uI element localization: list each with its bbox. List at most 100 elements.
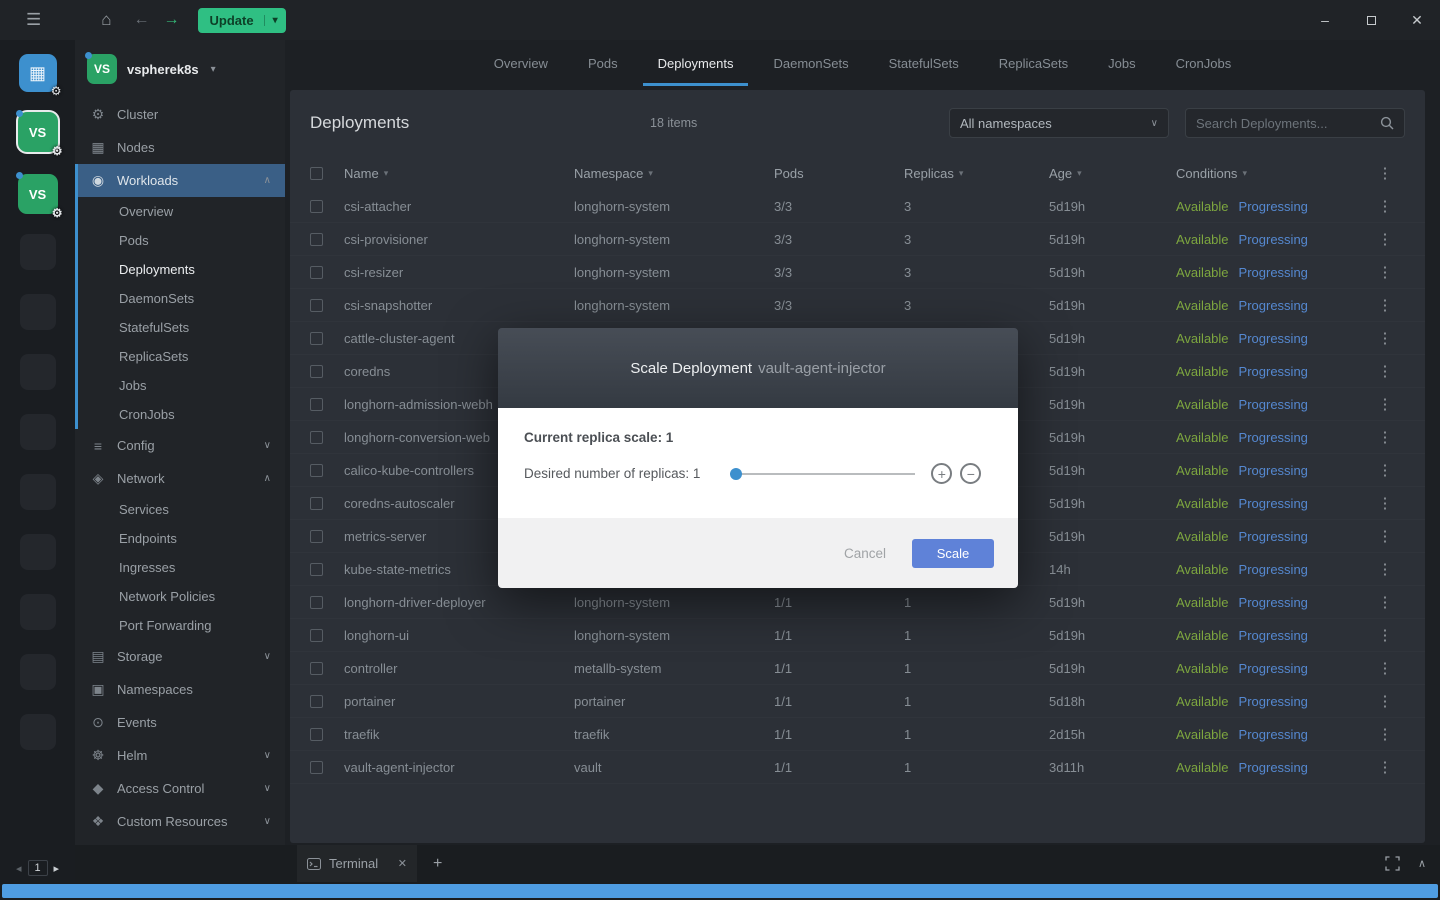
rail-placeholder-tile[interactable] [19,234,56,270]
slider-handle[interactable] [730,467,743,480]
sidebar-item-storage[interactable]: ▤ Storage ∨ [75,640,285,673]
row-menu-icon[interactable]: ⋮ [1365,527,1405,545]
scale-button[interactable]: Scale [912,538,994,568]
row-menu-icon[interactable]: ⋮ [1365,659,1405,677]
back-icon[interactable]: ← [134,11,150,29]
row-menu-icon[interactable]: ⋮ [1365,560,1405,578]
tab-deployments[interactable]: Deployments [642,40,749,86]
column-menu-icon[interactable]: ⋮ [1365,164,1405,182]
increment-button[interactable]: + [931,463,953,484]
sidebar-subitem-cronjobs[interactable]: CronJobs [75,400,285,429]
row-checkbox[interactable] [310,661,323,675]
row-checkbox[interactable] [310,727,323,741]
table-row[interactable]: csi-provisioner longhorn-system 3/3 3 5d19h A… [290,223,1425,256]
sidebar-subitem-pods[interactable]: Pods [75,226,285,255]
row-menu-icon[interactable]: ⋮ [1365,461,1405,479]
cluster-tile[interactable]: VS ⚙ [15,172,63,220]
table-row[interactable]: longhorn-driver-deployer longhorn-system 1… [290,586,1425,619]
tab-pods[interactable]: Pods [573,40,633,86]
namespace-select[interactable]: All namespaces ∨ [949,108,1169,138]
row-checkbox[interactable] [310,595,323,609]
rail-placeholder-tile[interactable] [19,654,56,690]
table-row[interactable]: csi-resizer longhorn-system 3/3 3 5d19h Avail… [290,256,1425,289]
cancel-button[interactable]: Cancel [844,546,886,561]
table-row[interactable]: portainer portainer 1/1 1 5d18h Available Prog… [290,685,1425,718]
sidebar-item-network[interactable]: ◈ Network ∧ [75,462,285,495]
table-row[interactable]: csi-attacher longhorn-system 3/3 3 5d19h Avai… [290,190,1425,223]
expand-dock-icon[interactable] [1385,856,1400,871]
row-checkbox[interactable] [310,760,323,774]
row-checkbox[interactable] [310,430,323,444]
decrement-button[interactable]: − [960,463,982,484]
search-input[interactable] [1196,115,1380,131]
slider-track[interactable] [730,472,916,475]
sidebar-subitem-endpoints[interactable]: Endpoints [75,524,285,553]
row-menu-icon[interactable]: ⋮ [1365,494,1405,512]
row-menu-icon[interactable]: ⋮ [1365,593,1405,611]
row-menu-icon[interactable]: ⋮ [1365,230,1405,248]
table-row[interactable]: vault-agent-injector vault 1/1 1 3d11h Availa… [290,751,1425,784]
tab-jobs[interactable]: Jobs [1093,40,1150,86]
row-checkbox[interactable] [310,265,323,279]
sidebar-item-config[interactable]: ≡ Config ∨ [75,429,285,462]
column-header-age[interactable]: Age ▾ [1049,166,1176,181]
row-menu-icon[interactable]: ⋮ [1365,296,1405,314]
table-row[interactable]: traefik traefik 1/1 1 2d15h Available Progress… [290,718,1425,751]
menu-icon[interactable]: ☰ [26,10,41,30]
row-menu-icon[interactable]: ⋮ [1365,692,1405,710]
row-checkbox[interactable] [310,331,323,345]
tab-overview[interactable]: Overview [479,40,563,86]
sidebar-subitem-port-forwarding[interactable]: Port Forwarding [75,611,285,640]
row-checkbox[interactable] [310,496,323,510]
sidebar-subitem-statefulsets[interactable]: StatefulSets [75,313,285,342]
row-menu-icon[interactable]: ⋮ [1365,362,1405,380]
catalog-button[interactable]: ▦ ⚙ [18,54,62,98]
sidebar-item-cluster[interactable]: ⚙ Cluster [75,98,285,131]
minimize-button[interactable]: – [1302,0,1348,40]
close-terminal-icon[interactable]: ✕ [398,857,407,870]
sidebar-item-custom-resources[interactable]: ❖ Custom Resources ∨ [75,805,285,838]
tab-replicasets[interactable]: ReplicaSets [984,40,1083,86]
sidebar-subitem-deployments[interactable]: Deployments [75,255,285,284]
rail-placeholder-tile[interactable] [19,534,56,570]
row-checkbox[interactable] [310,694,323,708]
rail-placeholder-tile[interactable] [19,414,56,450]
column-header-pods[interactable]: Pods [774,166,904,181]
rail-placeholder-tile[interactable] [19,714,56,750]
row-checkbox[interactable] [310,199,323,213]
sidebar-item-events[interactable]: ⊙ Events [75,706,285,739]
row-menu-icon[interactable]: ⋮ [1365,395,1405,413]
row-checkbox[interactable] [310,298,323,312]
row-menu-icon[interactable]: ⋮ [1365,197,1405,215]
row-menu-icon[interactable]: ⋮ [1365,758,1405,776]
table-row[interactable]: longhorn-ui longhorn-system 1/1 1 5d19h Avail… [290,619,1425,652]
sidebar-subitem-overview[interactable]: Overview [75,197,285,226]
sidebar-subitem-daemonsets[interactable]: DaemonSets [75,284,285,313]
sidebar-subitem-network-policies[interactable]: Network Policies [75,582,285,611]
tab-daemonsets[interactable]: DaemonSets [758,40,863,86]
table-row[interactable]: csi-snapshotter longhorn-system 3/3 3 5d19h A… [290,289,1425,322]
horizontal-scrollbar-thumb[interactable] [2,884,1438,898]
column-header-replicas[interactable]: Replicas ▾ [904,166,1049,181]
update-button[interactable]: Update ▾ [197,7,286,33]
rail-placeholder-tile[interactable] [19,474,56,510]
sidebar-subitem-ingresses[interactable]: Ingresses [75,553,285,582]
replica-slider[interactable] [730,467,916,481]
row-checkbox[interactable] [310,529,323,543]
row-menu-icon[interactable]: ⋮ [1365,263,1405,281]
row-menu-icon[interactable]: ⋮ [1365,626,1405,644]
row-checkbox[interactable] [310,364,323,378]
column-header-namespace[interactable]: Namespace ▾ [574,166,774,181]
column-header-name[interactable]: Name ▾ [344,166,574,181]
sidebar-item-workloads[interactable]: ◉ Workloads ∧ [75,164,285,197]
forward-icon[interactable]: → [164,11,180,29]
sidebar-item-helm[interactable]: ☸ Helm ∨ [75,739,285,772]
add-terminal-button[interactable]: + [433,855,442,873]
terminal-tab[interactable]: Terminal ✕ [297,845,417,882]
sidebar-item-access-control[interactable]: ◆ Access Control ∨ [75,772,285,805]
collapse-dock-icon[interactable]: ∧ [1418,857,1426,870]
sidebar-subitem-replicasets[interactable]: ReplicaSets [75,342,285,371]
row-checkbox[interactable] [310,463,323,477]
row-checkbox[interactable] [310,562,323,576]
sidebar-subitem-services[interactable]: Services [75,495,285,524]
